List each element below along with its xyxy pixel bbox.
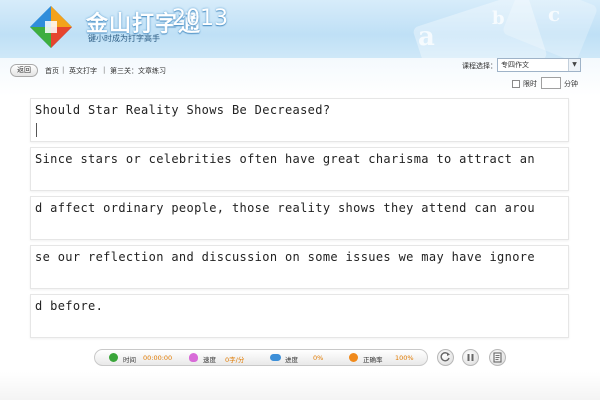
breadcrumb-english-typing[interactable]: 英文打字 [69, 66, 97, 76]
speed-value: 0字/分 [225, 356, 245, 364]
progress-value: 0% [313, 354, 324, 362]
time-limit-unit: 分钟 [564, 80, 578, 88]
course-select[interactable]: 专四作文 ▼ [497, 58, 581, 72]
app-year: 2013 [172, 6, 228, 31]
typing-line[interactable]: d affect ordinary people, those reality … [30, 196, 569, 240]
source-text: Should Star Reality Shows Be Decreased? [35, 103, 331, 117]
time-value: 00:00:00 [143, 354, 173, 362]
source-text: Since stars or celebrities often have gr… [35, 152, 535, 166]
time-limit-label: 限时 [523, 80, 537, 88]
pause-icon [467, 354, 474, 361]
typing-input[interactable] [35, 123, 563, 137]
back-button[interactable]: 返回 [10, 64, 38, 77]
breadcrumb-separator: | [103, 66, 106, 74]
app-slogan: 键小时成为打字高手 [88, 34, 160, 43]
accuracy-value: 100% [395, 354, 414, 362]
source-text: d affect ordinary people, those reality … [35, 201, 535, 215]
typing-input[interactable] [35, 172, 563, 186]
typing-line[interactable]: Should Star Reality Shows Be Decreased? [30, 98, 569, 142]
chevron-down-icon[interactable]: ▼ [568, 59, 580, 71]
typing-line[interactable]: d before. [30, 294, 569, 338]
source-text: d before. [35, 299, 104, 313]
breadcrumb-separator: | [62, 66, 65, 74]
accuracy-label: 正确率 [363, 356, 383, 364]
app-header: a b c 金山打字通 2013 键小时成为打字高手 [0, 0, 600, 58]
decoration-letter-icon: c [548, 2, 561, 26]
decoration-letter-icon: a [418, 22, 435, 52]
typing-input[interactable] [35, 319, 563, 333]
course-select-label: 课程选择： [462, 62, 497, 70]
typing-line[interactable]: se our reflection and discussion on some… [30, 245, 569, 289]
restart-button[interactable] [437, 349, 454, 366]
report-icon [493, 352, 502, 363]
app-logo-icon [30, 6, 72, 48]
breadcrumb-home[interactable]: 首页 [45, 66, 59, 76]
restart-icon [440, 352, 450, 362]
clock-icon [109, 353, 118, 362]
status-bar: 时间 00:00:00 速度 0字/分 进度 0% 正确率 100% [94, 349, 428, 366]
course-select-value: 专四作文 [501, 61, 529, 69]
report-button[interactable] [489, 349, 506, 366]
time-label: 时间 [123, 356, 136, 364]
typing-input[interactable] [35, 221, 563, 235]
decoration-letter-icon: b [492, 8, 505, 29]
breadcrumb-current: 第三关：文章练习 [110, 67, 166, 75]
time-limit-checkbox[interactable] [512, 80, 520, 88]
pause-button[interactable] [462, 349, 479, 366]
accuracy-icon [349, 353, 358, 362]
time-limit-input[interactable] [541, 77, 561, 89]
progress-icon [270, 354, 281, 361]
source-text: se our reflection and discussion on some… [35, 250, 535, 264]
speed-label: 速度 [203, 356, 216, 364]
speed-icon [189, 353, 198, 362]
text-caret [36, 123, 37, 137]
typing-input[interactable] [35, 270, 563, 284]
progress-label: 进度 [285, 356, 298, 364]
footer [0, 372, 600, 400]
typing-line[interactable]: Since stars or celebrities often have gr… [30, 147, 569, 191]
